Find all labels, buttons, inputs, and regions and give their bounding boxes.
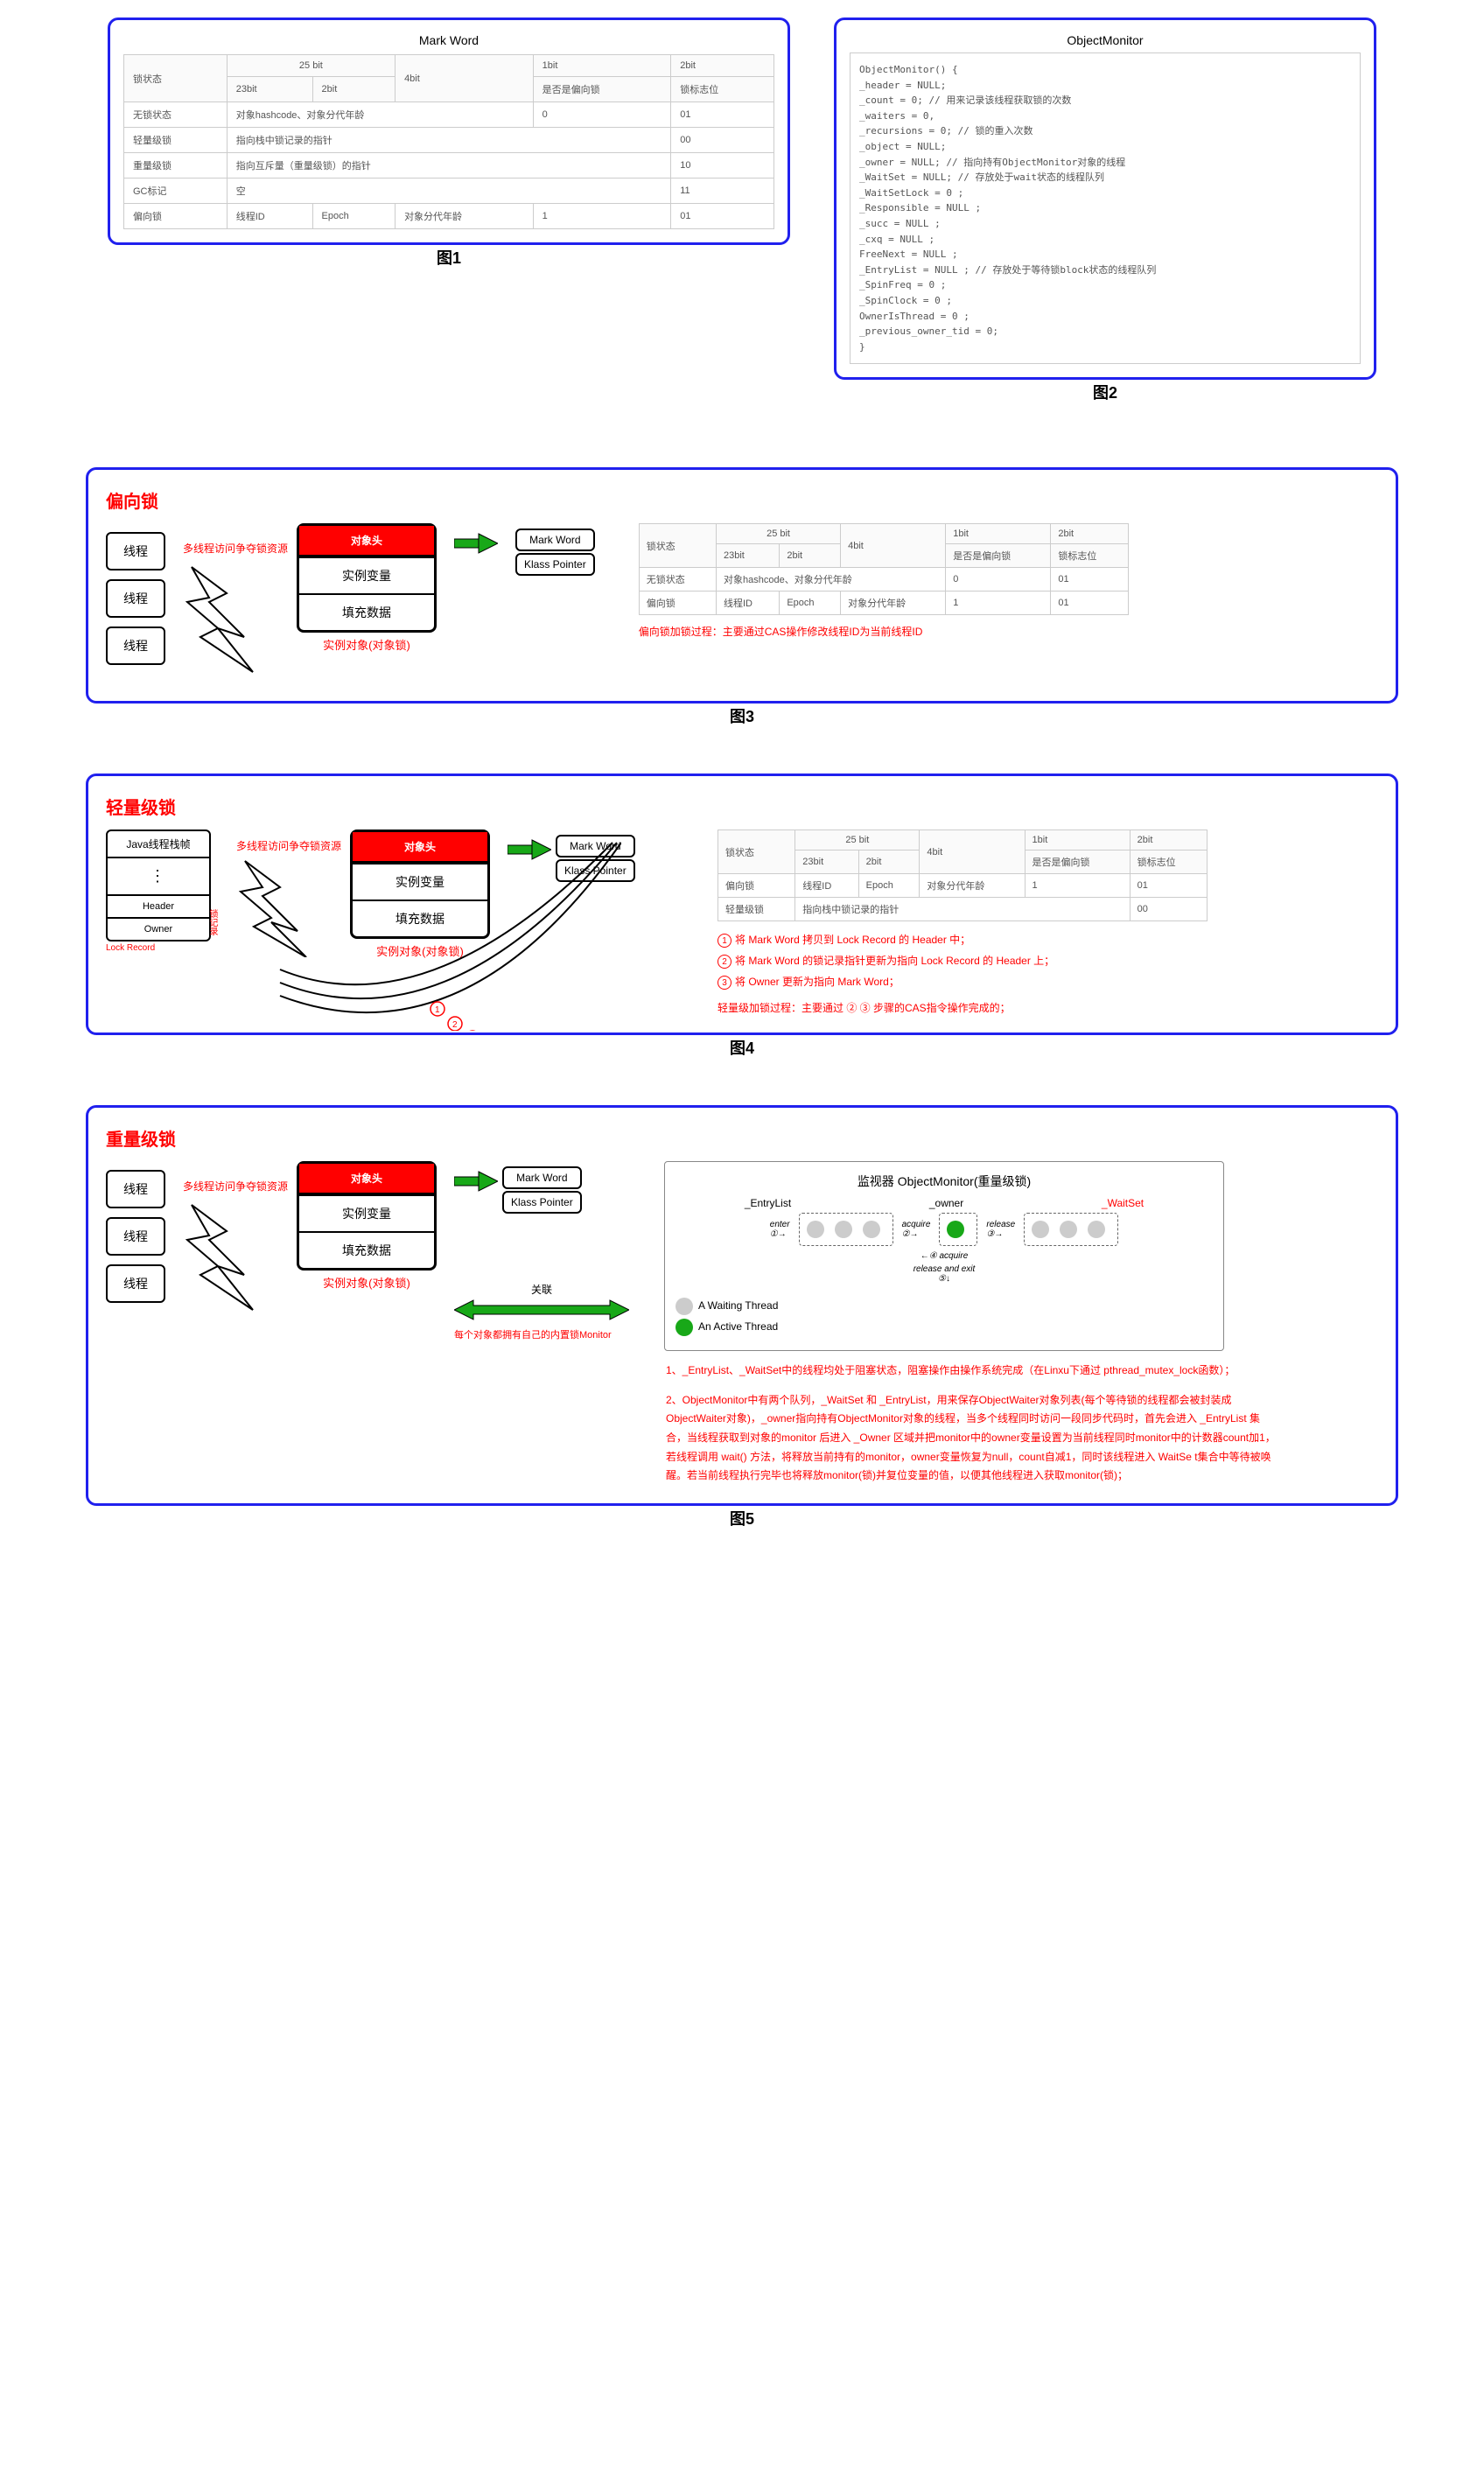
java-stack-col: Java线程栈帧 ⋮ Header Owner Lock Record 锁记录 (106, 830, 219, 953)
threads-col: 线程 线程 线程 (106, 1161, 165, 1312)
figure-4-panel: 轻量级锁 Java线程栈帧 ⋮ Header Owner Lock Record… (86, 774, 1398, 1035)
fig4-title: 轻量级锁 (106, 794, 1378, 819)
object-col: 对象头 实例变量 填充数据 实例对象(对象锁) (297, 523, 437, 653)
fig1-title: Mark Word (123, 33, 774, 47)
figure-1-panel: Mark Word 锁状态 25 bit 4bit 1bit 2bit 23bi… (108, 18, 790, 245)
fig1-table: 锁状态 25 bit 4bit 1bit 2bit 23bit 2bit 是否是… (123, 54, 774, 229)
threads-col: 线程 线程 线程 (106, 523, 165, 674)
thread-box: 线程 (106, 532, 165, 570)
lightning-icon: 多线程访问争夺锁资源 (183, 523, 279, 683)
fig1-label: 图1 (437, 246, 461, 269)
thread-box: 线程 (106, 626, 165, 665)
object-col: 对象头 实例变量 填充数据 实例对象(对象锁) (350, 830, 490, 959)
svg-text:2: 2 (452, 1020, 458, 1030)
lightning-icon: 多线程访问争夺锁资源 (183, 1161, 279, 1321)
fig5-label: 图5 (730, 1507, 754, 1530)
header-parts: Mark Word Klass Pointer (515, 527, 595, 578)
figure-5-panel: 重量级锁 线程 线程 线程 多线程访问争夺锁资源 对象头 实例变量 填充数据 实… (86, 1105, 1398, 1506)
fig2-title: ObjectMonitor (850, 33, 1361, 47)
svg-text:1: 1 (435, 1005, 440, 1015)
monitor-box: 监视器 ObjectMonitor(重量级锁) _EntryList _owne… (664, 1161, 1224, 1351)
figure-2-panel: ObjectMonitor ObjectMonitor() { _header … (834, 18, 1376, 380)
thread-box: 线程 (106, 579, 165, 618)
fig4-label: 图4 (730, 1036, 754, 1059)
top-row: Mark Word 锁状态 25 bit 4bit 1bit 2bit 23bi… (18, 18, 1466, 380)
fig5-title: 重量级锁 (106, 1125, 1378, 1151)
fig3-right: 锁状态 25 bit 4bit 1bit 2bit 23bit 2bit 是否是… (639, 523, 1129, 639)
fig3-title: 偏向锁 (106, 487, 1378, 513)
lightning-icon: 多线程访问争夺锁资源 (236, 830, 332, 960)
fig2-code: ObjectMonitor() { _header = NULL; _count… (850, 53, 1360, 363)
fig4-right: 锁状态 25 bit 4bit 1bit 2bit 23bit 2bit 是否是… (718, 830, 1208, 1015)
figure-3-panel: 偏向锁 线程 线程 线程 多线程访问争夺锁资源 对象头 实例变量 填充数据 实例… (86, 467, 1398, 704)
object-header: 对象头 (299, 526, 434, 556)
object-col: 对象头 实例变量 填充数据 实例对象(对象锁) (297, 1161, 437, 1291)
fig3-label: 图3 (730, 704, 754, 727)
fig2-label: 图2 (1093, 381, 1117, 403)
arrow-right-icon (454, 530, 498, 559)
